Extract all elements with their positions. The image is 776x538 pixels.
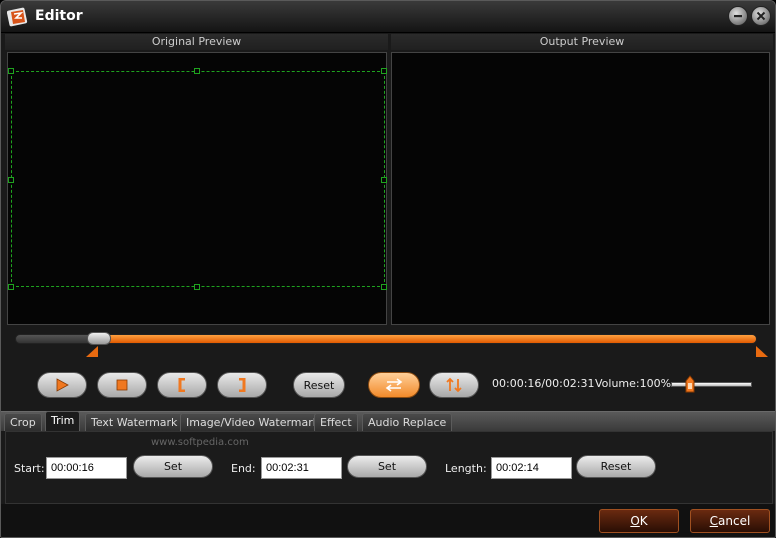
minimize-button[interactable]: [728, 6, 748, 26]
set-end-button[interactable]: Set: [347, 455, 427, 478]
flip-horizontal-icon: [385, 378, 403, 392]
play-icon: [56, 378, 69, 392]
softpedia-watermark: www.softpedia.com: [151, 437, 249, 448]
cancel-button[interactable]: Cancel: [690, 509, 770, 533]
tab-text-watermark[interactable]: Text Watermark: [85, 413, 184, 431]
reset-timeline-button[interactable]: Reset: [293, 372, 345, 398]
length-field[interactable]: 00:02:14: [491, 457, 572, 479]
flip-vertical-button[interactable]: [429, 372, 479, 398]
start-label: Start:: [14, 462, 45, 475]
crop-handle-top[interactable]: [194, 68, 200, 74]
original-preview-label: Original Preview: [5, 34, 388, 50]
crop-handle-bottom-left[interactable]: [8, 284, 14, 290]
set-start-label: Set: [163, 460, 183, 473]
volume-thumb[interactable]: [684, 375, 696, 393]
mark-in-icon: [178, 378, 185, 392]
timeline-playhead[interactable]: [87, 332, 111, 345]
set-start-button[interactable]: Set: [133, 455, 213, 478]
crop-handle-left[interactable]: [8, 177, 14, 183]
tab-image-video-watermark[interactable]: Image/Video Watermark: [180, 413, 326, 431]
mark-out-icon: [239, 378, 246, 392]
volume-label: Volume:100%: [595, 377, 672, 390]
editor-window: Editor Original Preview Output Preview R…: [0, 0, 776, 538]
close-button[interactable]: [751, 6, 771, 26]
flip-vertical-icon: [446, 377, 462, 393]
reset-timeline-label: Reset: [303, 378, 335, 392]
time-display: 00:00:16/00:02:31: [492, 377, 595, 390]
cancel-label-rest: ancel: [718, 514, 751, 528]
flip-horizontal-button[interactable]: [368, 372, 420, 398]
output-preview: [391, 52, 770, 325]
ok-button[interactable]: OK: [599, 509, 679, 533]
crop-handle-top-left[interactable]: [8, 68, 14, 74]
start-time-field[interactable]: 00:00:16: [46, 457, 127, 479]
trim-end-marker[interactable]: [756, 346, 768, 357]
length-label: Length:: [445, 462, 487, 475]
output-preview-label: Output Preview: [391, 34, 773, 50]
crop-handle-bottom[interactable]: [194, 284, 200, 290]
play-button[interactable]: [37, 372, 87, 398]
reset-trim-label: Reset: [600, 460, 632, 473]
app-logo-icon: [7, 7, 28, 27]
crop-handle-top-right[interactable]: [381, 68, 387, 74]
crop-handle-bottom-right[interactable]: [381, 284, 387, 290]
end-time-field[interactable]: 00:02:31: [261, 457, 342, 479]
window-title: Editor: [35, 8, 83, 24]
tab-effect[interactable]: Effect: [314, 413, 358, 431]
crop-rectangle[interactable]: [11, 71, 385, 287]
tab-audio-replace[interactable]: Audio Replace: [362, 413, 453, 431]
mark-in-button[interactable]: [157, 372, 207, 398]
stop-icon: [116, 379, 128, 391]
end-label: End:: [231, 462, 256, 475]
original-preview[interactable]: [7, 52, 387, 325]
timeline-selection: [97, 335, 756, 343]
ok-mnemonic: O: [630, 514, 640, 528]
set-end-label: Set: [377, 460, 397, 473]
reset-trim-button[interactable]: Reset: [576, 455, 656, 478]
tab-crop[interactable]: Crop: [4, 413, 42, 431]
tab-trim[interactable]: Trim: [45, 411, 81, 431]
close-icon: [756, 11, 766, 21]
mark-out-button[interactable]: [217, 372, 267, 398]
crop-handle-right[interactable]: [381, 177, 387, 183]
trim-start-marker[interactable]: [86, 346, 98, 357]
title-bar: Editor: [1, 1, 775, 33]
stop-button[interactable]: [97, 372, 147, 398]
ok-label-rest: K: [639, 514, 648, 528]
minimize-icon: [734, 15, 742, 18]
cancel-mnemonic: C: [709, 514, 719, 528]
